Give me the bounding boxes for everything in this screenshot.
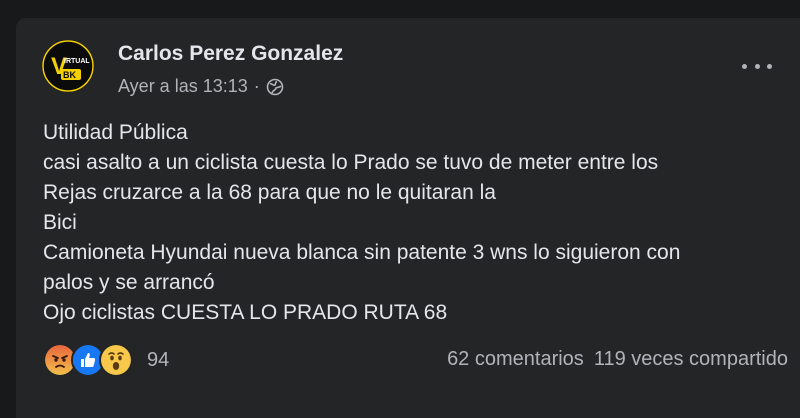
globe-icon[interactable]	[266, 78, 284, 96]
wow-reaction-icon	[99, 343, 133, 377]
post-author-name[interactable]: Carlos Perez Gonzalez	[118, 42, 343, 66]
svg-text:IRTUAL: IRTUAL	[64, 58, 90, 65]
post-text-line: Rejas cruzarce a la 68 para que no le qu…	[43, 181, 496, 204]
post-text-line: casi asalto a un ciclista cuesta lo Prad…	[43, 151, 659, 174]
post-text-line: Camioneta Hyundai nueva blanca sin paten…	[43, 241, 681, 264]
meta-separator: ·	[253, 76, 260, 96]
shares-count-link[interactable]: 119 veces compartido	[594, 348, 788, 371]
comments-count-link[interactable]: 62 comentarios	[447, 348, 584, 371]
reaction-count: 94	[147, 348, 170, 371]
reaction-summary[interactable]: 94	[43, 343, 169, 377]
post-text-line: Ojo ciclistas CUESTA LO PRADO RUTA 68	[43, 301, 448, 324]
avatar[interactable]: V IRTUAL BK	[42, 40, 94, 92]
post-card: V IRTUAL BK Carlos Perez Gonzalez Ayer a…	[16, 18, 800, 418]
post-meta: Ayer a las 13:13 ·	[118, 76, 284, 97]
vbk-logo: V IRTUAL BK	[42, 40, 94, 92]
post-text-line: Bici	[43, 211, 77, 234]
post-text: Utilidad Pública casi asalto a un ciclis…	[43, 118, 783, 328]
more-options-icon[interactable]	[742, 56, 772, 76]
post-timestamp[interactable]: Ayer a las 13:13	[118, 76, 248, 97]
post-text-line: Utilidad Pública	[43, 121, 188, 144]
svg-text:BK: BK	[63, 70, 76, 80]
post-stats: 62 comentarios 119 veces compartido	[447, 348, 788, 371]
post-text-line: palos y se arrancó	[43, 271, 215, 294]
